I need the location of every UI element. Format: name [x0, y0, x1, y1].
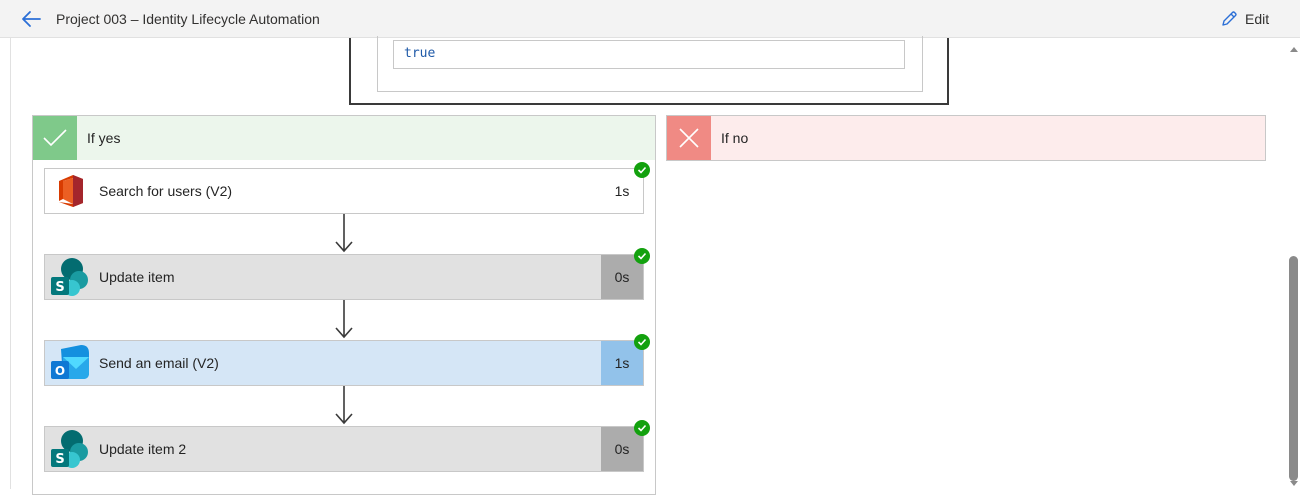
- back-button[interactable]: [20, 9, 42, 29]
- arrow-left-icon: [22, 11, 41, 27]
- action-name: Update item 2: [99, 441, 187, 457]
- edit-label: Edit: [1245, 11, 1270, 27]
- action-card-search-users[interactable]: Search for users (V2) 1s: [44, 168, 644, 214]
- svg-text:S: S: [55, 280, 64, 295]
- canvas-divider: [10, 38, 11, 489]
- success-check-icon: [634, 162, 650, 178]
- success-check-icon: [634, 334, 650, 350]
- scroll-up-button[interactable]: [1288, 42, 1300, 54]
- action-card-update-item[interactable]: S Update item 0s: [44, 254, 644, 300]
- caret-down-icon: [1290, 481, 1298, 486]
- flow-arrow-icon: [335, 300, 353, 339]
- branch-no-label: If no: [721, 130, 749, 146]
- outlook-icon: O: [51, 345, 89, 379]
- action-card-update-item-2[interactable]: S Update item 2 0s: [44, 426, 644, 472]
- close-icon: [679, 128, 699, 148]
- branch-yes-label: If yes: [87, 130, 121, 146]
- top-bar: Project 003 – Identity Lifecycle Automat…: [0, 0, 1300, 38]
- sharepoint-icon: S: [51, 258, 88, 296]
- pencil-icon: [1222, 11, 1237, 26]
- svg-text:S: S: [55, 452, 64, 467]
- branch-no-icon-box: [667, 116, 711, 160]
- condition-card[interactable]: true: [349, 36, 949, 105]
- condition-row: true: [377, 36, 923, 92]
- sharepoint-icon: S: [51, 430, 88, 468]
- branch-yes-header[interactable]: If yes: [33, 116, 655, 160]
- page-title: Project 003 – Identity Lifecycle Automat…: [56, 11, 320, 27]
- svg-text:O: O: [55, 364, 65, 378]
- condition-value-field[interactable]: true: [393, 40, 905, 69]
- action-name: Search for users (V2): [99, 183, 233, 199]
- flow-arrow-icon: [335, 214, 353, 253]
- scroll-down-button[interactable]: [1288, 477, 1300, 489]
- branch-if-no[interactable]: If no: [666, 115, 1266, 161]
- checkmark-icon: [43, 129, 67, 147]
- scrollbar-thumb[interactable]: [1289, 256, 1298, 481]
- action-name: Send an email (V2): [99, 355, 219, 371]
- action-name: Update item: [99, 269, 175, 285]
- success-check-icon: [634, 248, 650, 264]
- success-check-icon: [634, 420, 650, 436]
- flow-arrow-icon: [335, 386, 353, 425]
- edit-button[interactable]: Edit: [1220, 9, 1269, 29]
- office-365-users-icon: [59, 175, 83, 207]
- branch-yes-icon-box: [33, 116, 77, 160]
- action-card-send-email[interactable]: O Send an email (V2) 1s: [44, 340, 644, 386]
- caret-up-icon: [1290, 47, 1298, 52]
